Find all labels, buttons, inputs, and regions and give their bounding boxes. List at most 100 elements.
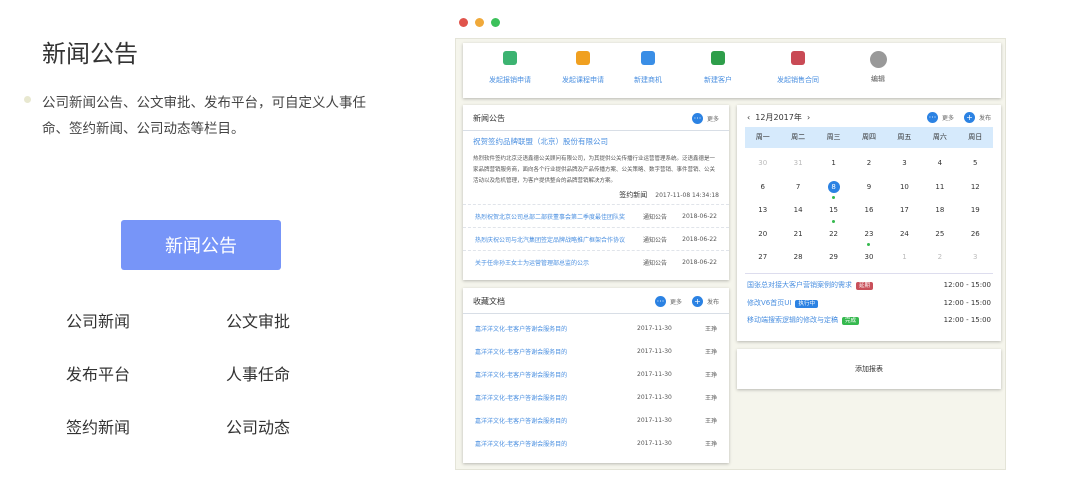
doc-row[interactable]: 嘉洋洋文化-老客户答谢会服务目的 2017-11-30 王琤 [463,409,729,432]
category-item[interactable]: 公司动态 [226,414,290,438]
calendar-day[interactable]: 30 [745,153,780,177]
event-title[interactable]: 修改V6首页UI [747,299,791,307]
doc-title[interactable]: 嘉洋洋文化-老客户答谢会服务目的 [475,416,637,425]
news-row[interactable]: 热烈祝贺北京公司总部二部获董事会第二季度最佳团队奖 通知公告 2018-06-22 [463,204,729,227]
calendar-day[interactable]: 21 [780,224,815,248]
calendar-day[interactable]: 17 [887,200,922,224]
calendar-day[interactable]: 26 [958,224,993,248]
calendar-day[interactable]: 6 [745,177,780,201]
publish-link[interactable]: 发布 [979,113,991,122]
news-card: 新闻公告 ··· 更多 祝贺签约品牌联盟（北京）股份有限公司 热烈软件签约北京泛语… [463,105,729,280]
calendar-day[interactable]: 22 [816,224,851,248]
calendar-day[interactable]: 19 [958,200,993,224]
calendar-day[interactable]: 30 [851,247,886,271]
maximize-dot[interactable] [491,18,500,27]
category-item[interactable]: 公文审批 [226,308,290,332]
calendar-day[interactable]: 23 [851,224,886,248]
doc-title[interactable]: 嘉洋洋文化-老客户答谢会服务目的 [475,347,637,356]
event-title[interactable]: 移动端搜索逻辑的修改与定稿 [747,316,838,324]
more-icon[interactable]: ··· [926,112,938,123]
doc-title[interactable]: 嘉洋洋文化-老客户答谢会服务目的 [475,393,637,402]
news-button[interactable]: 新闻公告 [121,220,281,270]
doc-title[interactable]: 嘉洋洋文化-老客户答谢会服务目的 [475,370,637,379]
add-icon[interactable]: + [963,112,975,123]
more-link[interactable]: 更多 [707,114,719,123]
publish-link[interactable]: 发布 [707,297,719,306]
news-item-title[interactable]: 关于任命孙王女士为运营管理部总监的公示 [475,258,643,267]
doc-title[interactable]: 嘉洋洋文化-老客户答谢会服务目的 [475,324,637,333]
calendar-day[interactable]: 31 [780,153,815,177]
close-dot[interactable] [459,18,468,27]
calendar-day[interactable]: 1 [816,153,851,177]
calendar-day[interactable]: 14 [780,200,815,224]
calendar-day[interactable]: 3 [887,153,922,177]
doc-owner: 王琤 [704,395,717,402]
day-number: 13 [758,206,768,214]
calendar-day[interactable]: 2 [851,153,886,177]
calendar-day[interactable]: 8 [816,177,851,201]
calendar-day[interactable]: 2 [922,247,957,271]
event-title[interactable]: 国张总对接大客户营销案例的需求 [747,281,852,289]
toolbar-item[interactable]: 新建客户 [683,51,753,85]
calendar-day[interactable]: 10 [887,177,922,201]
calendar-day[interactable]: 28 [780,247,815,271]
news-item-date: 2018-06-22 [682,235,717,243]
next-month-icon[interactable]: › [807,113,810,122]
calendar-day[interactable]: 1 [887,247,922,271]
toolbar-item[interactable]: 发起销售合同 [763,51,833,85]
edit-icon [869,51,887,68]
news-row[interactable]: 关于任命孙王女士为运营管理部总监的公示 通知公告 2018-06-22 [463,250,729,273]
calendar-day[interactable]: 16 [851,200,886,224]
doc-row[interactable]: 嘉洋洋文化-老客户答谢会服务目的 2017-11-30 王琤 [463,432,729,455]
doc-row[interactable]: 嘉洋洋文化-老客户答谢会服务目的 2017-11-30 王琤 [463,317,729,340]
calendar-day[interactable]: 13 [745,200,780,224]
calendar-day[interactable]: 5 [958,153,993,177]
toolbar-label: 编辑 [871,75,885,83]
news-headline[interactable]: 祝贺签约品牌联盟（北京）股份有限公司 [473,136,719,147]
calendar-day[interactable]: 12 [958,177,993,201]
calendar-day[interactable]: 29 [816,247,851,271]
event-time: 12:00 - 15:00 [943,298,991,307]
calendar-day[interactable]: 15 [816,200,851,224]
category-item[interactable]: 发布平台 [66,361,130,385]
event-row[interactable]: 移动端搜索逻辑的修改与定稿 完成 12:00 - 15:00 [737,312,1001,330]
calendar-day[interactable]: 9 [851,177,886,201]
calendar-day[interactable]: 18 [922,200,957,224]
category-item[interactable]: 人事任命 [226,361,290,385]
calendar-day[interactable]: 11 [922,177,957,201]
calendar-day[interactable]: 20 [745,224,780,248]
event-row[interactable]: 国张总对接大客户营销案例的需求 延期 12:00 - 15:00 [737,277,1001,295]
category-item[interactable]: 签约新闻 [66,414,130,438]
calendar-day[interactable]: 4 [922,153,957,177]
toolbar-item[interactable]: 发起课程申请 [548,51,618,85]
add-icon[interactable]: + [691,296,703,307]
prev-month-icon[interactable]: ‹ [747,113,750,122]
news-row[interactable]: 热烈庆祝公司与北汽集团签定品牌战略推广框架合作协议 通知公告 2018-06-22 [463,227,729,250]
news-tag: 签约新闻 [619,191,648,199]
news-item-date: 2018-06-22 [682,212,717,220]
calendar-day[interactable]: 7 [780,177,815,201]
more-icon[interactable]: ··· [691,113,703,124]
doc-title[interactable]: 嘉洋洋文化-老客户答谢会服务目的 [475,439,637,448]
calendar-day[interactable]: 27 [745,247,780,271]
doc-row[interactable]: 嘉洋洋文化-老客户答谢会服务目的 2017-11-30 王琤 [463,363,729,386]
more-link[interactable]: 更多 [670,297,682,306]
event-row[interactable]: 修改V6首页UI 执行中 12:00 - 15:00 [737,294,1001,312]
minimize-dot[interactable] [475,18,484,27]
toolbar-item[interactable]: 发起报销申请 [475,51,545,85]
news-item-title[interactable]: 热烈祝贺北京公司总部二部获董事会第二季度最佳团队奖 [475,212,643,221]
toolbar-item[interactable]: 编辑 [843,51,913,84]
calendar-day[interactable]: 24 [887,224,922,248]
doc-row[interactable]: 嘉洋洋文化-老客户答谢会服务目的 2017-11-30 王琤 [463,340,729,363]
doc-row[interactable]: 嘉洋洋文化-老客户答谢会服务目的 2017-11-30 王琤 [463,386,729,409]
add-report-button[interactable]: 添加报表 [737,349,1001,389]
more-icon[interactable]: ··· [654,296,666,307]
toolbar-item[interactable]: 新建商机 [613,51,683,85]
calendar-day[interactable]: 25 [922,224,957,248]
weekday-header: 周日 [968,133,983,141]
calendar-day[interactable]: 3 [958,247,993,271]
more-link[interactable]: 更多 [942,113,954,122]
event-dot-icon [832,219,836,223]
news-item-title[interactable]: 热烈庆祝公司与北汽集团签定品牌战略推广框架合作协议 [475,235,643,244]
category-item[interactable]: 公司新闻 [66,308,130,332]
